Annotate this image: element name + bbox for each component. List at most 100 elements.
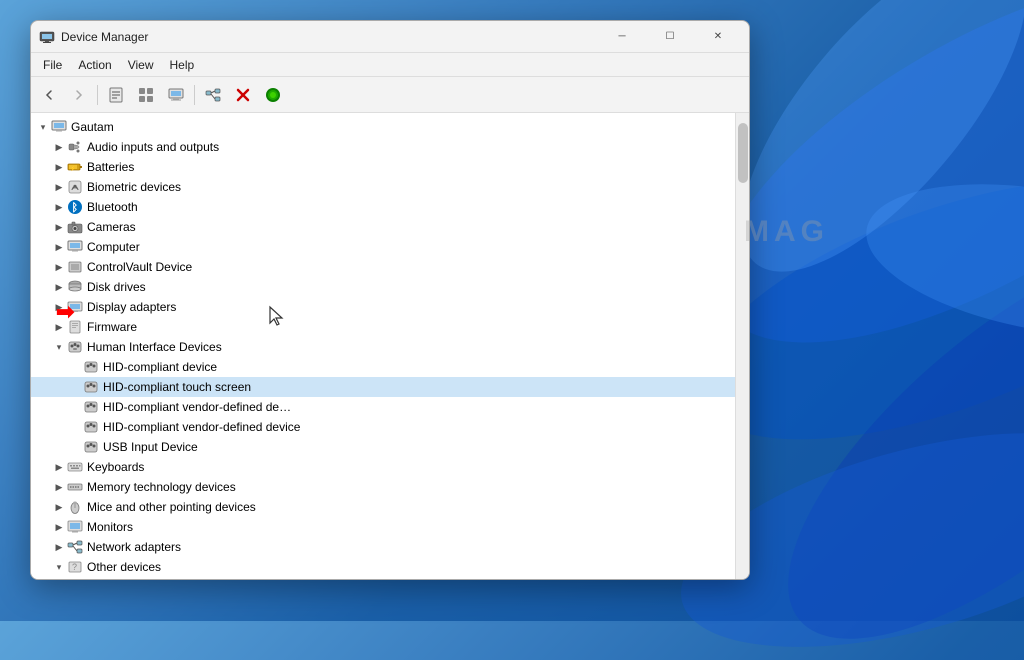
batteries-toggle[interactable]: ▶ [51, 159, 67, 175]
tree-item-bluetooth[interactable]: ▶ ᛒ Bluetooth [31, 197, 735, 217]
tree-item-memory[interactable]: ▶ Memory technology devices [31, 477, 735, 497]
tree-item-disk[interactable]: ▶ Disk drives [31, 277, 735, 297]
batteries-label: Batteries [87, 160, 134, 174]
hid-vendor2-icon [83, 419, 99, 435]
tree-item-biometric[interactable]: ▶ Biometric devices [31, 177, 735, 197]
svg-text:⚡: ⚡ [70, 165, 76, 172]
audio-icon [67, 139, 83, 155]
keyboards-icon [67, 459, 83, 475]
hid-root-icon [67, 339, 83, 355]
tree-item-keyboards[interactable]: ▶ Keyboards [31, 457, 735, 477]
computer-label: Computer [87, 240, 140, 254]
tree-item-other-root[interactable]: ▾ ? Other devices [31, 557, 735, 577]
tree-item-hid-vendor1[interactable]: ▶ HID-compliant vendor-defined de… [31, 397, 735, 417]
hid-vendor1-icon [83, 399, 99, 415]
device-manager-icon [39, 29, 55, 45]
tree-item-pci-data[interactable]: ▶ ⚠ PCI Data Acquisition and Signal Proc… [31, 577, 735, 579]
back-button[interactable] [35, 81, 63, 109]
tree-item-hid-device[interactable]: ▶ HID-compliant device [31, 357, 735, 377]
audio-label: Audio inputs and outputs [87, 140, 219, 154]
hid-device-label: HID-compliant device [103, 360, 217, 374]
forward-icon [71, 87, 87, 103]
controlvault-icon [67, 259, 83, 275]
watermark: MAG [744, 215, 829, 249]
vertical-scrollbar[interactable] [735, 113, 749, 579]
tree-item-hid-touchscreen[interactable]: ▶ HID-compliant touch screen [31, 377, 735, 397]
other-toggle[interactable]: ▾ [51, 559, 67, 575]
toolbar-separator-2 [194, 85, 195, 105]
cameras-toggle[interactable]: ▶ [51, 219, 67, 235]
remove-icon [235, 87, 251, 103]
menu-help[interactable]: Help [162, 56, 203, 74]
cameras-label: Cameras [87, 220, 136, 234]
tree-item-network[interactable]: ▶ Network adapters [31, 537, 735, 557]
tree-item-mice[interactable]: ▶ Mice and other pointing devices [31, 497, 735, 517]
network-button[interactable] [199, 81, 227, 109]
computer-icon [168, 87, 184, 103]
monitors-toggle[interactable]: ▶ [51, 519, 67, 535]
network-toggle[interactable]: ▶ [51, 539, 67, 555]
tree-root[interactable]: ▾ Gautam [31, 117, 735, 137]
disk-toggle[interactable]: ▶ [51, 279, 67, 295]
scrollbar-thumb[interactable] [738, 123, 748, 183]
usb-input-label: USB Input Device [103, 440, 198, 454]
firmware-toggle[interactable]: ▶ [51, 319, 67, 335]
bluetooth-toggle[interactable]: ▶ [51, 199, 67, 215]
tree-item-audio[interactable]: ▶ Audio inputs and outputs [31, 137, 735, 157]
other-root-label: Other devices [87, 560, 161, 574]
hid-device-icon [83, 359, 99, 375]
tree-item-firmware[interactable]: ▶ Firmware [31, 317, 735, 337]
biometric-label: Biometric devices [87, 180, 181, 194]
forward-button[interactable] [65, 81, 93, 109]
device-tree[interactable]: ▾ Gautam ▶ [31, 113, 735, 579]
tree-item-hid-vendor2[interactable]: ▶ HID-compliant vendor-defined device [31, 417, 735, 437]
hid-touchscreen-label: HID-compliant touch screen [103, 380, 251, 394]
tree-item-batteries[interactable]: ▶ ⚡ Batteries [31, 157, 735, 177]
firmware-label: Firmware [87, 320, 137, 334]
network-icon [205, 87, 221, 103]
tree-item-monitors[interactable]: ▶ Monitors [31, 517, 735, 537]
hid-root-label: Human Interface Devices [87, 340, 222, 354]
close-button[interactable]: ✕ [695, 21, 741, 53]
network-label: Network adapters [87, 540, 181, 554]
window-controls: ─ ☐ ✕ [599, 21, 741, 53]
computer-button[interactable] [162, 81, 190, 109]
tree-item-computer[interactable]: ▶ Computer [31, 237, 735, 257]
controlvault-toggle[interactable]: ▶ [51, 259, 67, 275]
keyboards-toggle[interactable]: ▶ [51, 459, 67, 475]
memory-toggle[interactable]: ▶ [51, 479, 67, 495]
menu-file[interactable]: File [35, 56, 70, 74]
mice-label: Mice and other pointing devices [87, 500, 256, 514]
display-toggle[interactable]: ▶ [51, 299, 67, 315]
enable-button[interactable] [259, 81, 287, 109]
disk-label: Disk drives [87, 280, 146, 294]
properties-icon [108, 87, 124, 103]
hid-vendor2-label: HID-compliant vendor-defined device [103, 420, 300, 434]
svg-text:ᛒ: ᛒ [72, 202, 79, 214]
tree-item-cameras[interactable]: ▶ Cameras [31, 217, 735, 237]
window-title: Device Manager [61, 30, 599, 44]
camera-icon [67, 219, 83, 235]
mice-icon [67, 499, 83, 515]
tree-item-hid-root[interactable]: ▾ Human Interface Devices [31, 337, 735, 357]
hid-toggle[interactable]: ▾ [51, 339, 67, 355]
computer-root-icon [51, 119, 67, 135]
view-grid-button[interactable] [132, 81, 160, 109]
tree-item-usb-input[interactable]: ▶ USB Input Device [31, 437, 735, 457]
computer-toggle[interactable]: ▶ [51, 239, 67, 255]
properties-button[interactable] [102, 81, 130, 109]
menu-action[interactable]: Action [70, 56, 119, 74]
audio-toggle[interactable]: ▶ [51, 139, 67, 155]
maximize-button[interactable]: ☐ [647, 21, 693, 53]
disk-icon [67, 279, 83, 295]
tree-item-display[interactable]: ▶ Display adapters [31, 297, 735, 317]
minimize-button[interactable]: ─ [599, 21, 645, 53]
mice-toggle[interactable]: ▶ [51, 499, 67, 515]
biometric-toggle[interactable]: ▶ [51, 179, 67, 195]
tree-item-controlvault[interactable]: ▶ ControlVault Device [31, 257, 735, 277]
menu-view[interactable]: View [120, 56, 162, 74]
remove-button[interactable] [229, 81, 257, 109]
root-toggle[interactable]: ▾ [35, 119, 51, 135]
monitors-label: Monitors [87, 520, 133, 534]
biometric-icon [67, 179, 83, 195]
